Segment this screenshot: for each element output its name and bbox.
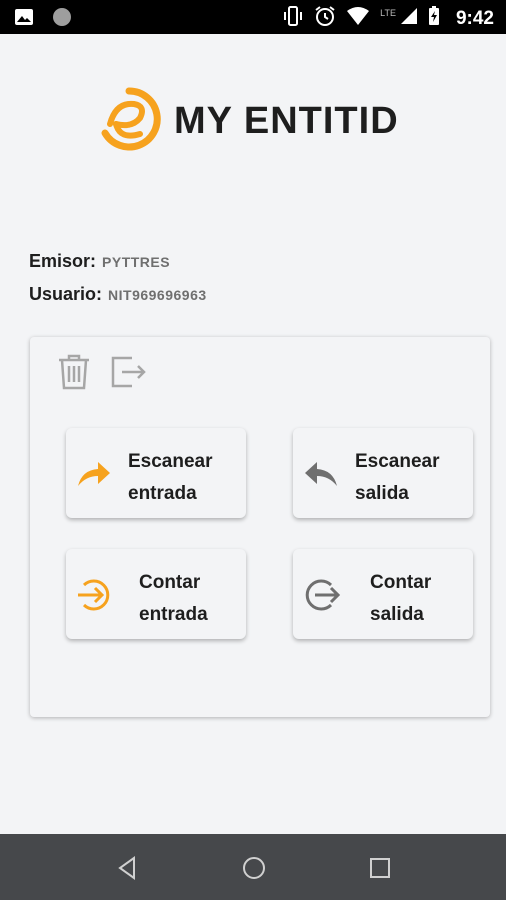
escanear-entrada-button[interactable]: Escanear entrada: [66, 428, 246, 518]
home-icon[interactable]: [240, 854, 268, 882]
usuario-value: NIT969696963: [108, 287, 207, 303]
contar-entrada-button[interactable]: Contar entrada: [66, 549, 246, 639]
logout-icon[interactable]: [110, 353, 146, 391]
app-title: MY ENTITID: [174, 100, 399, 142]
circle-notification-icon: [52, 7, 72, 32]
battery-icon: [428, 6, 440, 31]
status-bar: LTE 9:42: [0, 0, 506, 34]
usuario-row: Usuario: NIT969696963: [29, 284, 207, 305]
back-icon[interactable]: [114, 854, 142, 882]
forward-arrow-icon: [74, 454, 114, 494]
escanear-salida-button[interactable]: Escanear salida: [293, 428, 473, 518]
contar-salida-label: Contar salida: [370, 572, 432, 625]
contar-entrada-label: Contar entrada: [139, 572, 208, 625]
signal-icon: [400, 7, 418, 30]
logout-circle-icon: [301, 575, 341, 615]
entitid-e-icon: [96, 86, 162, 157]
network-type-label: LTE: [380, 7, 396, 18]
alarm-icon: [314, 5, 336, 32]
escanear-salida-label: Escanear salida: [355, 451, 440, 504]
navigation-bar: [0, 834, 506, 900]
image-icon: [14, 8, 34, 31]
escanear-entrada-label: Escanear entrada: [128, 451, 213, 504]
emisor-value: PYTTRES: [102, 254, 171, 270]
status-time: 9:42: [455, 7, 494, 29]
contar-salida-button[interactable]: Contar salida: [293, 549, 473, 639]
login-circle-icon: [74, 575, 114, 615]
emisor-label: Emisor:: [29, 251, 97, 271]
actions-card: Escanear entrada Escanear salida Contar …: [30, 337, 490, 717]
emisor-row: Emisor: PYTTRES: [29, 251, 170, 272]
reply-arrow-icon: [301, 454, 341, 494]
vibrate-icon: [282, 5, 304, 32]
usuario-label: Usuario:: [29, 284, 103, 304]
app-logo: MY ENTITID: [96, 86, 399, 157]
trash-icon[interactable]: [56, 353, 92, 391]
recents-icon[interactable]: [366, 854, 394, 882]
wifi-icon: [346, 6, 370, 31]
